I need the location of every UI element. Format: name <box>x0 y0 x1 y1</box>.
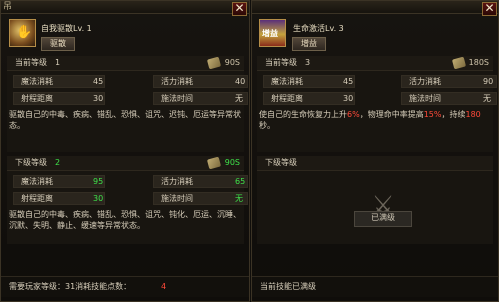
next-level-cost: 90S <box>224 158 240 167</box>
vitality-cost-label: 活力消耗 <box>161 177 193 186</box>
partial-title: 吊 <box>3 2 13 12</box>
max-level-badge: ⚔ 已满级 <box>352 187 412 237</box>
current-level-cost: 180S <box>468 58 489 67</box>
current-level-label: 当前等级 <box>265 58 297 67</box>
cast-time-label: 施法时间 <box>161 94 193 103</box>
title-strip-left: 吊 <box>1 1 249 14</box>
skill-points-value: 4 <box>161 282 167 291</box>
vitality-cost-value: 40 <box>235 77 246 86</box>
magic-cost-label: 魔法消耗 <box>21 77 53 86</box>
close-icon: ✕ <box>234 1 245 15</box>
stat-row: 魔法消耗 45 活力消耗 40 <box>13 75 248 89</box>
current-level-value: 1 <box>55 58 61 67</box>
vitality-cost-label: 活力消耗 <box>409 77 441 86</box>
next-level-header: 下级等级 <box>257 156 493 171</box>
scroll-icon <box>206 156 222 170</box>
buff-icon: 增益 <box>262 29 278 38</box>
magic-cost-value: 45 <box>343 77 354 86</box>
cast-time-label: 施法时间 <box>409 94 441 103</box>
desc-part: 使自己的生命恢复力上升 <box>259 110 347 119</box>
vitality-cost-value: 90 <box>483 77 494 86</box>
scroll-icon <box>206 56 222 70</box>
range-value: 30 <box>93 194 104 203</box>
stat-row: 魔法消耗 95 活力消耗 65 <box>13 175 248 189</box>
magic-cost-label: 魔法消耗 <box>21 177 53 186</box>
range-label: 射程距离 <box>21 94 53 103</box>
stat-row: 射程距离 30 施法时间 无 <box>13 192 248 206</box>
duration-seconds: 180 <box>465 110 481 119</box>
magic-cost-label: 魔法消耗 <box>271 77 303 86</box>
current-level-section: 当前等级 1 90S 魔法消耗 45 活力消耗 40 射程距离 30 施法时间 … <box>7 56 248 152</box>
vitality-cost-value: 65 <box>235 177 246 186</box>
current-stats-table: 魔法消耗 45 活力消耗 90 射程距离 30 施法时间 无 <box>263 75 497 106</box>
range-label: 射程距离 <box>21 194 53 203</box>
next-description: 驱散自己的中毒、疾病、错乱、恐惧、诅咒、钝化、厄运、沉睡、沉默、失明、静止、缓速… <box>9 210 241 230</box>
stat-row: 射程距离 30 施法时间 无 <box>13 92 248 106</box>
next-level-value: 2 <box>55 158 61 167</box>
right-skill-panel: ✕ 增益 生命激活Lv. 3 增益 当前等级 3 180S 魔法消耗 45 活力… <box>251 0 499 302</box>
current-description: 使自己的生命恢复力上升6%，物理命中率提高15%，持续180 秒。 <box>259 109 491 131</box>
next-level-header: 下级等级 2 90S <box>7 156 244 171</box>
cast-time-label: 施法时间 <box>161 194 193 203</box>
current-level-header: 当前等级 3 180S <box>257 56 493 71</box>
close-button-left[interactable]: ✕ <box>232 2 247 16</box>
skill-type-tag: 驱散 <box>41 37 75 51</box>
skill-icon-dispel: ✋ <box>9 19 36 47</box>
next-level-label: 下级等级 <box>265 158 297 167</box>
vitality-cost-label: 活力消耗 <box>161 77 193 86</box>
max-level-text: 当前技能已满级 <box>260 282 316 291</box>
skill-type-tag: 增益 <box>292 37 326 51</box>
magic-cost-value: 95 <box>93 177 104 186</box>
skill-icon-life-activation: 增益 <box>259 19 286 47</box>
range-value: 30 <box>93 94 104 103</box>
cast-time-value: 无 <box>235 94 243 103</box>
close-button-right[interactable]: ✕ <box>482 2 497 16</box>
next-stats-table: 魔法消耗 95 活力消耗 65 射程距离 30 施法时间 无 <box>13 175 248 206</box>
scroll-icon <box>451 56 467 70</box>
skill-name: 生命激活Lv. 3 <box>293 24 344 33</box>
next-level-label: 下级等级 <box>15 158 47 167</box>
current-level-value: 3 <box>305 58 311 67</box>
current-level-section: 当前等级 3 180S 魔法消耗 45 活力消耗 90 射程距离 30 施法时间… <box>257 56 497 152</box>
hit-percent: 15% <box>423 110 442 119</box>
skill-name: 自我驱散Lv. 1 <box>41 24 92 33</box>
left-skill-panel: 吊 ✕ ✋ 自我驱散Lv. 1 驱散 当前等级 1 90S 魔法消耗 45 活力… <box>0 0 250 302</box>
regen-percent: 6% <box>347 110 360 119</box>
left-footer: 需要玩家等级：31消耗技能点数： 4 <box>1 276 249 297</box>
max-level-label: 已满级 <box>354 211 412 227</box>
current-level-header: 当前等级 1 90S <box>7 56 244 71</box>
current-level-cost: 90S <box>224 58 240 67</box>
desc-part: 秒。 <box>259 121 275 130</box>
cast-time-value: 无 <box>235 194 243 203</box>
stat-row: 魔法消耗 45 活力消耗 90 <box>263 75 497 89</box>
requirement-text: 需要玩家等级：31消耗技能点数： <box>9 282 132 291</box>
cast-time-value: 无 <box>483 94 491 103</box>
magic-cost-value: 45 <box>93 77 104 86</box>
right-footer: 当前技能已满级 <box>252 276 498 297</box>
current-description: 驱散自己的中毒、疾病、错乱、恐惧、诅咒、迟钝、厄运等异常状态。 <box>9 110 241 130</box>
range-label: 射程距离 <box>271 94 303 103</box>
range-value: 30 <box>343 94 354 103</box>
current-stats-table: 魔法消耗 45 活力消耗 40 射程距离 30 施法时间 无 <box>13 75 248 106</box>
next-level-section: 下级等级 2 90S 魔法消耗 95 活力消耗 65 射程距离 30 施法时间 … <box>7 156 248 244</box>
desc-part: ，物理命中率提高 <box>359 110 424 119</box>
stat-row: 射程距离 30 施法时间 无 <box>263 92 497 106</box>
skill-tooltip-window: 吊 ✕ ✋ 自我驱散Lv. 1 驱散 当前等级 1 90S 魔法消耗 45 活力… <box>0 0 499 302</box>
desc-part: ，持续 <box>441 110 466 119</box>
current-level-label: 当前等级 <box>15 58 47 67</box>
title-strip-right <box>252 1 498 14</box>
close-icon: ✕ <box>484 1 495 15</box>
dispel-icon: ✋ <box>16 25 33 40</box>
